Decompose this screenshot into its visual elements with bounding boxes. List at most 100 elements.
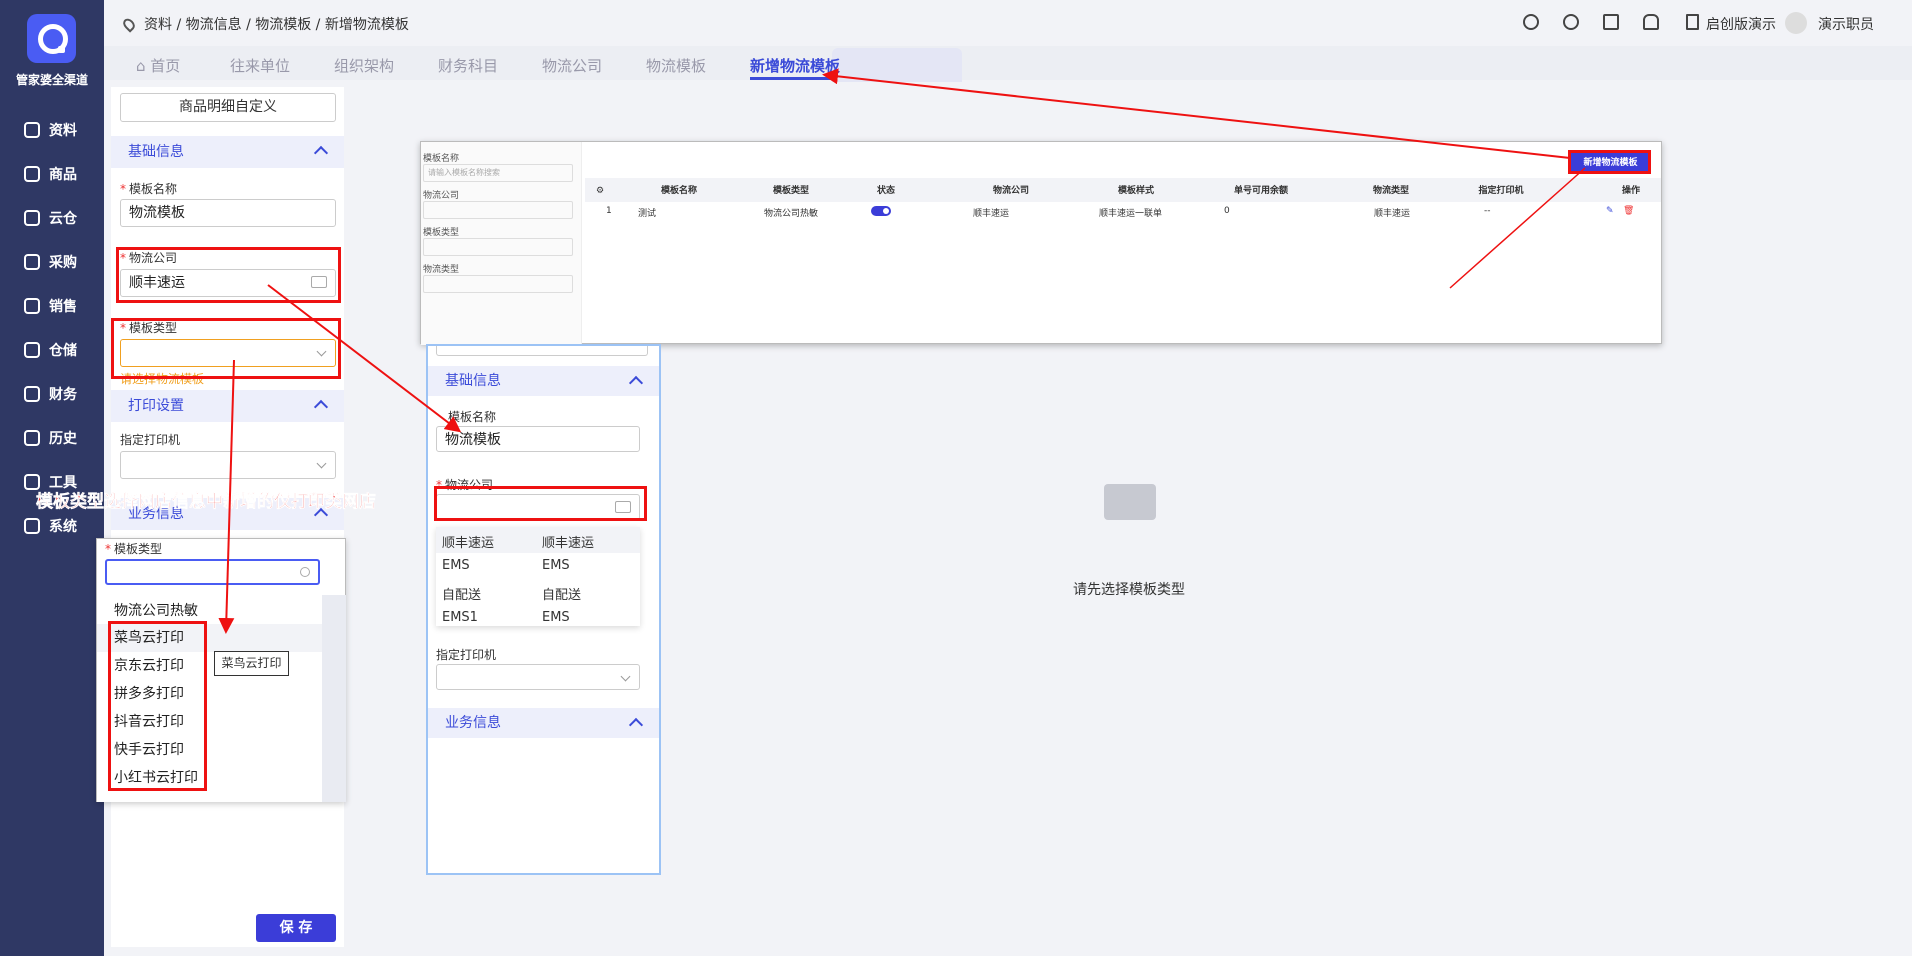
option-tooltip: 菜鸟云打印 (214, 651, 289, 676)
truck-icon[interactable] (615, 501, 631, 513)
filter-label: 模板名称 (423, 154, 460, 164)
add-template-button[interactable]: 新增物流模板 (1571, 153, 1650, 173)
option-item[interactable]: 快手云打印 (114, 736, 184, 764)
bell-icon[interactable] (1643, 14, 1659, 30)
td-logistics-type: 顺丰速运 (1374, 209, 1411, 219)
app-name: 管家婆全渠道 (15, 73, 88, 87)
dropdown-name: EMS (442, 558, 470, 573)
th-actions: 操作 (1621, 186, 1640, 196)
template-type-label: * 模板类型 (120, 321, 178, 335)
book-icon[interactable] (1603, 14, 1619, 30)
dropdown-name: EMS1 (442, 610, 478, 625)
monitor-icon (24, 518, 40, 534)
storage-icon (24, 342, 40, 358)
form-panel: 商品明细自定义 基础信息 * 模板名称 物流模板 * 物流公司 顺丰速运 * 模板类型… (111, 87, 344, 947)
dropdown-name: 自配送 (442, 588, 482, 603)
filter-type-select[interactable] (423, 238, 573, 256)
filter-name-input[interactable]: 请输入模板名称搜索 (423, 164, 573, 182)
top-bar: 资料 / 物流信息 / 物流模板 / 新增物流模板 (104, 0, 1912, 46)
tab-org[interactable]: 组织架构 (334, 55, 394, 76)
sidebar-item-label: 仓储 (49, 343, 77, 359)
template-list-snapshot: 模板名称 请输入模板名称搜索 物流公司 模板类型 物流类型 新增物流模板 ⚙ 模… (420, 141, 1662, 345)
sidebar-item-history[interactable]: 历史 (24, 426, 77, 450)
logistics-company-label: * 物流公司 (120, 251, 178, 265)
tab-logistics-company[interactable]: 物流公司 (542, 55, 602, 76)
tab-accounts[interactable]: 财务科目 (438, 55, 498, 76)
dropdown-row[interactable]: EMS1 EMS (436, 605, 640, 631)
popup-search-input[interactable] (105, 559, 320, 585)
chevron-up-icon (628, 717, 644, 733)
chevron-up-icon (313, 145, 329, 161)
td-company: 顺丰速运 (973, 209, 1010, 219)
search-icon[interactable] (1523, 14, 1539, 30)
option-item[interactable]: 京东云打印 (114, 652, 184, 680)
sidebar-item-storage[interactable]: 仓储 (24, 338, 77, 362)
custom-detail-button[interactable]: 商品明细自定义 (120, 93, 336, 122)
breadcrumb: 资料 / 物流信息 / 物流模板 / 新增物流模板 (120, 14, 409, 34)
tab-bar: ⌂ 首页 往来单位 组织架构 财务科目 物流公司 物流模板 新增物流模板 (104, 46, 1912, 82)
option-item[interactable]: 物流公司热敏 (114, 597, 198, 625)
truck-icon[interactable] (311, 276, 327, 288)
logistics-company-dropdown: 顺丰速运 顺丰速运 EMS EMS 自配送 自配送 EMS1 EMS (436, 527, 640, 626)
tab-new-logistics-template[interactable]: 新增物流模板 (750, 55, 840, 76)
avatar[interactable] (1785, 12, 1807, 34)
cart-icon (24, 254, 40, 270)
user-name[interactable]: 演示职员 (1818, 14, 1874, 34)
sidebar-item-finance[interactable]: 财务 (24, 382, 77, 406)
section-title: 业务信息 (445, 715, 501, 731)
th-logistics-type: 物流类型 (1372, 186, 1409, 196)
td-type: 物流公司热敏 (764, 209, 819, 219)
option-item[interactable]: 小红书云打印 (114, 764, 198, 792)
history-icon (24, 430, 40, 446)
filter-logistics-type-select[interactable] (423, 275, 573, 293)
dropdown-row[interactable]: EMS EMS (436, 553, 640, 579)
section-print-settings[interactable]: 打印设置 (111, 390, 344, 422)
filter-company-input[interactable] (423, 201, 573, 219)
delete-icon[interactable]: 🗑 (1623, 206, 1634, 216)
filter-panel: 模板名称 请输入模板名称搜索 物流公司 模板类型 物流类型 (421, 142, 582, 345)
option-item[interactable]: 抖音云打印 (114, 708, 184, 736)
section-business-info[interactable]: 业务信息 (428, 708, 659, 738)
dropdown-row[interactable]: 自配送 自配送 (436, 579, 640, 605)
sidebar-item-data[interactable]: 资料 (24, 118, 77, 142)
logistics-company-input[interactable] (436, 494, 640, 520)
headset-icon[interactable] (1563, 14, 1579, 30)
tab-logistics-template[interactable]: 物流模板 (646, 55, 706, 76)
sidebar-item-system[interactable]: 系统 (24, 514, 77, 538)
goods-icon (24, 166, 40, 182)
tab-partners[interactable]: 往来单位 (230, 55, 290, 76)
status-toggle[interactable] (871, 206, 891, 216)
company-name[interactable]: 启创版演示 (1706, 14, 1776, 34)
edit-icon[interactable]: ✎ (1606, 206, 1614, 216)
sidebar-item-cloud-warehouse[interactable]: 云仓 (24, 206, 77, 230)
annotation-text: 模板类型选择网店信息中新增的仅打印类网店 (36, 492, 377, 513)
sidebar: 管家婆全渠道 资料 商品 云仓 采购 销售 仓储 财务 历史 工具 系统 (0, 0, 104, 956)
chevron-down-icon (316, 458, 327, 469)
printer-label: 指定打印机 (120, 433, 181, 447)
template-type-select[interactable] (120, 339, 336, 367)
sidebar-item-label: 历史 (49, 431, 77, 447)
popup-side-strip (322, 595, 346, 802)
printer-select[interactable] (436, 664, 640, 690)
save-button[interactable]: 保 存 (256, 914, 336, 942)
popup-options: 物流公司热敏 菜鸟云打印 京东云打印 拼多多打印 抖音云打印 快手云打印 小红书… (97, 595, 322, 802)
template-name-input[interactable]: 物流模板 (436, 426, 640, 452)
sidebar-item-label: 云仓 (49, 211, 77, 227)
template-name-input[interactable]: 物流模板 (120, 199, 336, 227)
dropdown-row[interactable]: 顺丰速运 顺丰速运 (436, 527, 640, 553)
sidebar-item-purchase[interactable]: 采购 (24, 250, 77, 274)
option-item[interactable]: 拼多多打印 (114, 680, 184, 708)
empty-box-icon (1104, 484, 1156, 520)
tab-home[interactable]: ⌂ 首页 (136, 55, 180, 76)
printer-select[interactable] (120, 451, 336, 479)
sidebar-item-sales[interactable]: 销售 (24, 294, 77, 318)
td-index: 1 (606, 206, 612, 216)
logistics-company-input[interactable]: 顺丰速运 (120, 269, 336, 297)
settings-icon[interactable]: ⚙ (589, 180, 611, 202)
section-basic-info[interactable]: 基础信息 (428, 366, 659, 396)
section-basic-info[interactable]: 基础信息 (111, 136, 344, 168)
option-item[interactable]: 菜鸟云打印 (114, 624, 184, 652)
sidebar-item-goods[interactable]: 商品 (24, 162, 77, 186)
template-type-error: 请选择物流模板 (120, 372, 205, 386)
section-title: 基础信息 (128, 144, 184, 160)
